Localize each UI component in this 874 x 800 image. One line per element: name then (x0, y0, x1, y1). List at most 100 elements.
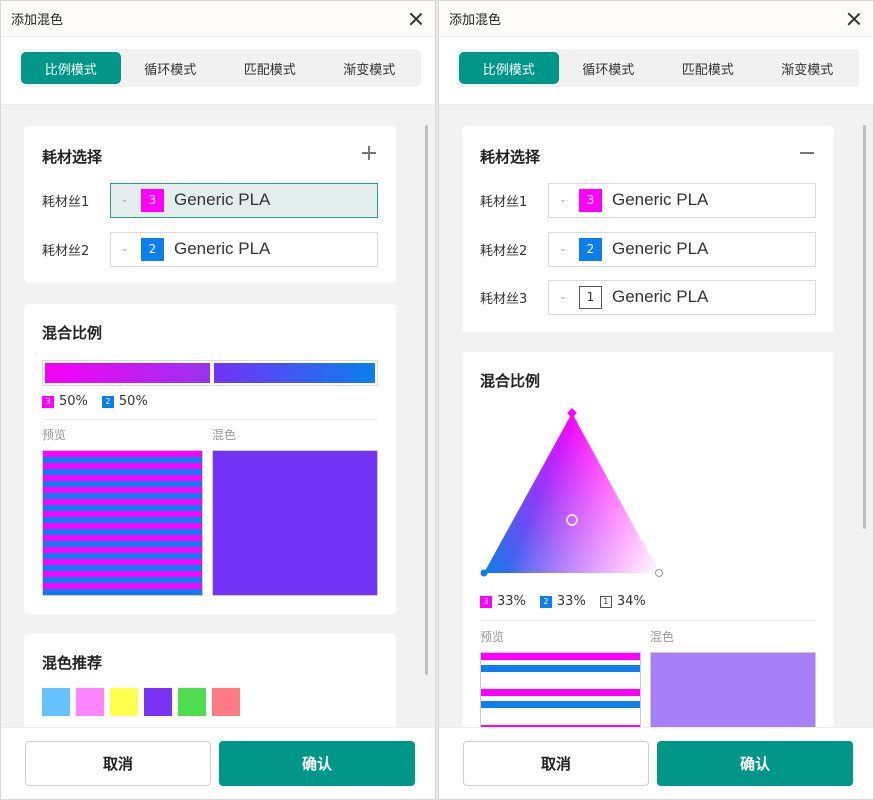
tab-ratio-mode[interactable]: 比例模式 (459, 52, 559, 84)
filament-name: Generic PLA (174, 239, 271, 258)
filament-chip: 3 (42, 395, 54, 408)
filament-select-title: 耗材选择 (42, 148, 103, 166)
filament-select-3[interactable]: ⌄ 1 Generic PLA (548, 279, 816, 315)
filament-name: Generic PLA (612, 239, 709, 258)
chevron-down-icon: ⌄ (559, 292, 567, 302)
divider (42, 419, 378, 420)
title-bar: 添加混色 (1, 1, 435, 37)
add-mix-dialog-right: 添加混色 比例模式 循环模式 匹配模式 渐变模式 耗材选择 耗材丝1 ⌄ 3 G… (438, 0, 874, 800)
filament-chip: 1 (599, 595, 612, 608)
ratio-percents: 3 50% 2 50% (42, 394, 162, 409)
filament-name: Generic PLA (174, 190, 271, 209)
filament-select-1[interactable]: ⌄ 3 Generic PLA (110, 182, 378, 218)
preview-label: 预览 (480, 630, 505, 644)
filament-name: Generic PLA (612, 190, 709, 209)
mode-bar: 比例模式 循环模式 匹配模式 渐变模式 (1, 37, 435, 105)
divider (480, 620, 816, 621)
recommend-swatch-1[interactable] (42, 688, 70, 716)
filament-select-card: 耗材选择 耗材丝1 ⌄ 3 Generic PLA 耗材丝2 ⌄ 2 Gener… (462, 126, 834, 332)
triangle-white-blend (484, 413, 659, 573)
ratio-percents: 3 33% 2 33% 1 34% (480, 594, 660, 609)
confirm-button[interactable]: 确认 (219, 741, 415, 786)
ratio-slider-segment-a (45, 363, 210, 383)
mix-color-swatch (650, 652, 816, 729)
recommend-swatch-6[interactable] (212, 688, 240, 716)
vertex-marker-magenta (567, 408, 577, 418)
filament-label: 耗材丝2 (42, 243, 90, 259)
tab-match-mode[interactable]: 匹配模式 (658, 52, 758, 84)
filament-label: 耗材丝1 (42, 194, 90, 210)
scrollbar[interactable] (425, 125, 428, 675)
preview-stripes (480, 652, 641, 729)
recommend-swatch-5[interactable] (178, 688, 206, 716)
vertex-marker-blue (480, 569, 488, 577)
minus-icon[interactable] (800, 146, 814, 160)
percent-value: 50% (118, 394, 148, 409)
mode-tabs: 比例模式 循环模式 匹配模式 渐变模式 (457, 49, 859, 87)
filament-select-1[interactable]: ⌄ 3 Generic PLA (548, 182, 816, 218)
tab-gradient-mode[interactable]: 渐变模式 (758, 52, 858, 84)
mix-label: 混色 (650, 630, 675, 644)
recommend-swatch-4[interactable] (144, 688, 172, 716)
mix-ratio-title: 混合比例 (42, 324, 103, 342)
tab-match-mode[interactable]: 匹配模式 (220, 52, 320, 84)
plus-icon[interactable] (362, 146, 376, 160)
percent-value: 33% (497, 594, 526, 609)
filament-chip: 2 (579, 237, 602, 261)
chevron-down-icon: ⌄ (559, 195, 567, 205)
percent-value: 50% (59, 394, 88, 409)
add-mix-dialog-left: 添加混色 比例模式 循环模式 匹配模式 渐变模式 耗材选择 耗材丝1 ⌄ 3 G… (0, 0, 436, 800)
percent-item: 2 50% (101, 394, 148, 409)
close-icon[interactable] (845, 10, 863, 28)
filament-chip: 2 (141, 237, 164, 261)
chevron-down-icon: ⌄ (559, 244, 567, 254)
ratio-slider-segment-b (214, 363, 375, 383)
filament-label: 耗材丝3 (480, 291, 528, 307)
dialog-title: 添加混色 (11, 13, 64, 28)
filament-row-2: 耗材丝2 ⌄ 2 Generic PLA (480, 231, 816, 267)
tab-ratio-mode[interactable]: 比例模式 (21, 52, 121, 84)
filament-select-2[interactable]: ⌄ 2 Generic PLA (110, 231, 378, 267)
preview-label: 预览 (42, 428, 67, 442)
ratio-slider[interactable] (42, 360, 378, 386)
recommend-swatch-2[interactable] (76, 688, 104, 716)
confirm-button[interactable]: 确认 (657, 741, 853, 786)
filament-row-1: 耗材丝1 ⌄ 3 Generic PLA (480, 182, 816, 218)
filament-label: 耗材丝2 (480, 243, 528, 259)
filament-chip: 3 (141, 188, 164, 212)
dialog-footer: 取消 确认 (439, 727, 873, 799)
close-icon[interactable] (407, 10, 425, 28)
mix-recommend-card: 混色推荐 (24, 634, 396, 729)
mix-recommend-title: 混色推荐 (42, 654, 103, 672)
tab-cycle-mode[interactable]: 循环模式 (559, 52, 659, 84)
filament-select-card: 耗材选择 耗材丝1 ⌄ 3 Generic PLA 耗材丝2 ⌄ 2 Gener… (24, 126, 396, 283)
title-bar: 添加混色 (439, 1, 873, 37)
mix-color-swatch (212, 450, 378, 596)
tab-gradient-mode[interactable]: 渐变模式 (320, 52, 420, 84)
cancel-button[interactable]: 取消 (25, 741, 211, 786)
cancel-button[interactable]: 取消 (463, 741, 649, 786)
ratio-triangle[interactable] (462, 408, 834, 588)
filament-label: 耗材丝1 (480, 194, 528, 210)
percent-item: 1 34% (599, 594, 646, 609)
filament-row-2: 耗材丝2 ⌄ 2 Generic PLA (42, 231, 378, 267)
mode-tabs: 比例模式 循环模式 匹配模式 渐变模式 (19, 49, 421, 87)
scrollbar[interactable] (863, 125, 866, 529)
filament-name: Generic PLA (612, 287, 709, 306)
filament-row-3: 耗材丝3 ⌄ 1 Generic PLA (480, 279, 816, 315)
mix-ratio-card: 混合比例 3 33% 2 33% 1 34% 预览 混色 (462, 352, 834, 729)
preview-stripes (42, 450, 203, 596)
dialog-footer: 取消 确认 (1, 727, 435, 799)
chevron-down-icon: ⌄ (121, 195, 129, 205)
percent-item: 2 33% (539, 594, 586, 609)
content-scroll-area: 耗材选择 耗材丝1 ⌄ 3 Generic PLA 耗材丝2 ⌄ 2 Gener… (439, 106, 873, 729)
recommend-swatch-3[interactable] (110, 688, 138, 716)
filament-select-2[interactable]: ⌄ 2 Generic PLA (548, 231, 816, 267)
filament-chip: 1 (579, 285, 602, 309)
percent-value: 33% (556, 594, 586, 609)
percent-value: 34% (616, 594, 646, 609)
mix-ratio-title: 混合比例 (480, 372, 541, 390)
mode-bar: 比例模式 循环模式 匹配模式 渐变模式 (439, 37, 873, 105)
recommend-swatches (42, 688, 246, 716)
tab-cycle-mode[interactable]: 循环模式 (121, 52, 221, 84)
